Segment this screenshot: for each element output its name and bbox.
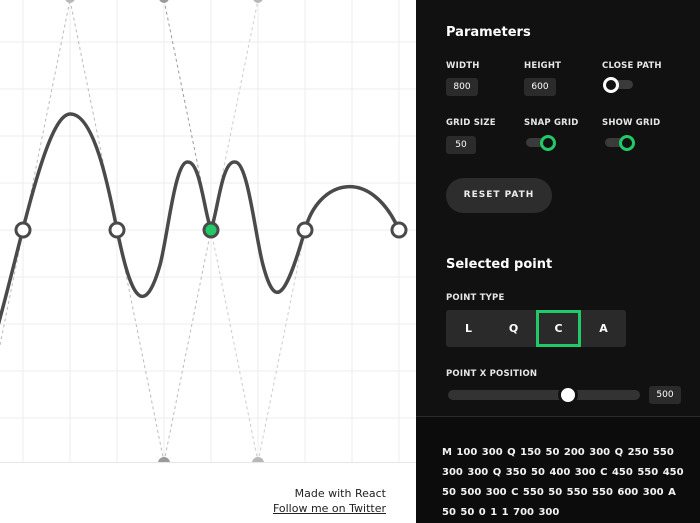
guide-line: [257, 229, 306, 462]
grid-size-input[interactable]: 50: [446, 136, 476, 154]
height-input[interactable]: 600: [524, 78, 556, 96]
point-type-l-button[interactable]: L: [446, 310, 491, 347]
point-type-a-button[interactable]: A: [581, 310, 626, 347]
anchor-point: [296, 221, 314, 239]
path-output: M 100 300 Q 150 50 200 300 Q 250 550 300…: [416, 416, 700, 523]
path-string: M 100 300 Q 150 50 200 300 Q 250 550 300…: [442, 447, 684, 518]
grid-size-label: GRID SIZE: [446, 118, 496, 128]
show-grid-label: SHOW GRID: [602, 118, 661, 128]
point-type-c-button[interactable]: C: [536, 310, 581, 347]
snap-grid-toggle[interactable]: [524, 135, 556, 151]
control-handle: [253, 0, 263, 3]
anchor-point: [390, 221, 408, 239]
snap-grid-label: SNAP GRID: [524, 118, 579, 128]
height-label: HEIGHT: [524, 61, 562, 71]
point-x-slider[interactable]: [448, 390, 640, 400]
point-type-label: POINT TYPE: [446, 293, 505, 303]
anchor-point-selected: [202, 221, 220, 239]
width-label: WIDTH: [446, 61, 480, 71]
anchor-point: [108, 221, 126, 239]
made-with-text: Made with React: [294, 487, 386, 500]
point-type-selector: L Q C A: [446, 310, 626, 347]
anchor-point: [14, 221, 32, 239]
toggle-knob: [603, 77, 619, 93]
show-grid-toggle[interactable]: [603, 135, 635, 151]
close-path-toggle[interactable]: [603, 77, 633, 93]
parameters-heading: Parameters: [446, 25, 531, 40]
guide-line: [163, 229, 212, 462]
point-x-label: POINT X POSITION: [446, 369, 538, 379]
point-type-q-button[interactable]: Q: [491, 310, 536, 347]
selected-point-heading: Selected point: [446, 257, 553, 272]
toggle-knob: [540, 135, 556, 151]
path-editor-svg[interactable]: [0, 0, 416, 462]
path-canvas[interactable]: [0, 0, 416, 462]
control-handle: [65, 0, 75, 3]
settings-panel: Parameters WIDTH 800 HEIGHT 600 CLOSE PA…: [416, 0, 700, 416]
reset-path-button[interactable]: RESET PATH: [446, 178, 552, 213]
slider-thumb[interactable]: [558, 385, 578, 405]
control-handle: [159, 0, 169, 3]
control-guides: [0, 0, 306, 462]
bezier-path[interactable]: [0, 112, 401, 340]
footer: Made with React Follow me on Twitter: [0, 462, 416, 523]
guide-line: [210, 229, 259, 462]
width-input[interactable]: 800: [446, 78, 478, 96]
guide-line: [0, 0, 71, 346]
close-path-label: CLOSE PATH: [602, 61, 662, 71]
toggle-knob: [619, 135, 635, 151]
point-x-value[interactable]: 500: [649, 386, 681, 404]
twitter-link[interactable]: Follow me on Twitter: [273, 502, 386, 515]
